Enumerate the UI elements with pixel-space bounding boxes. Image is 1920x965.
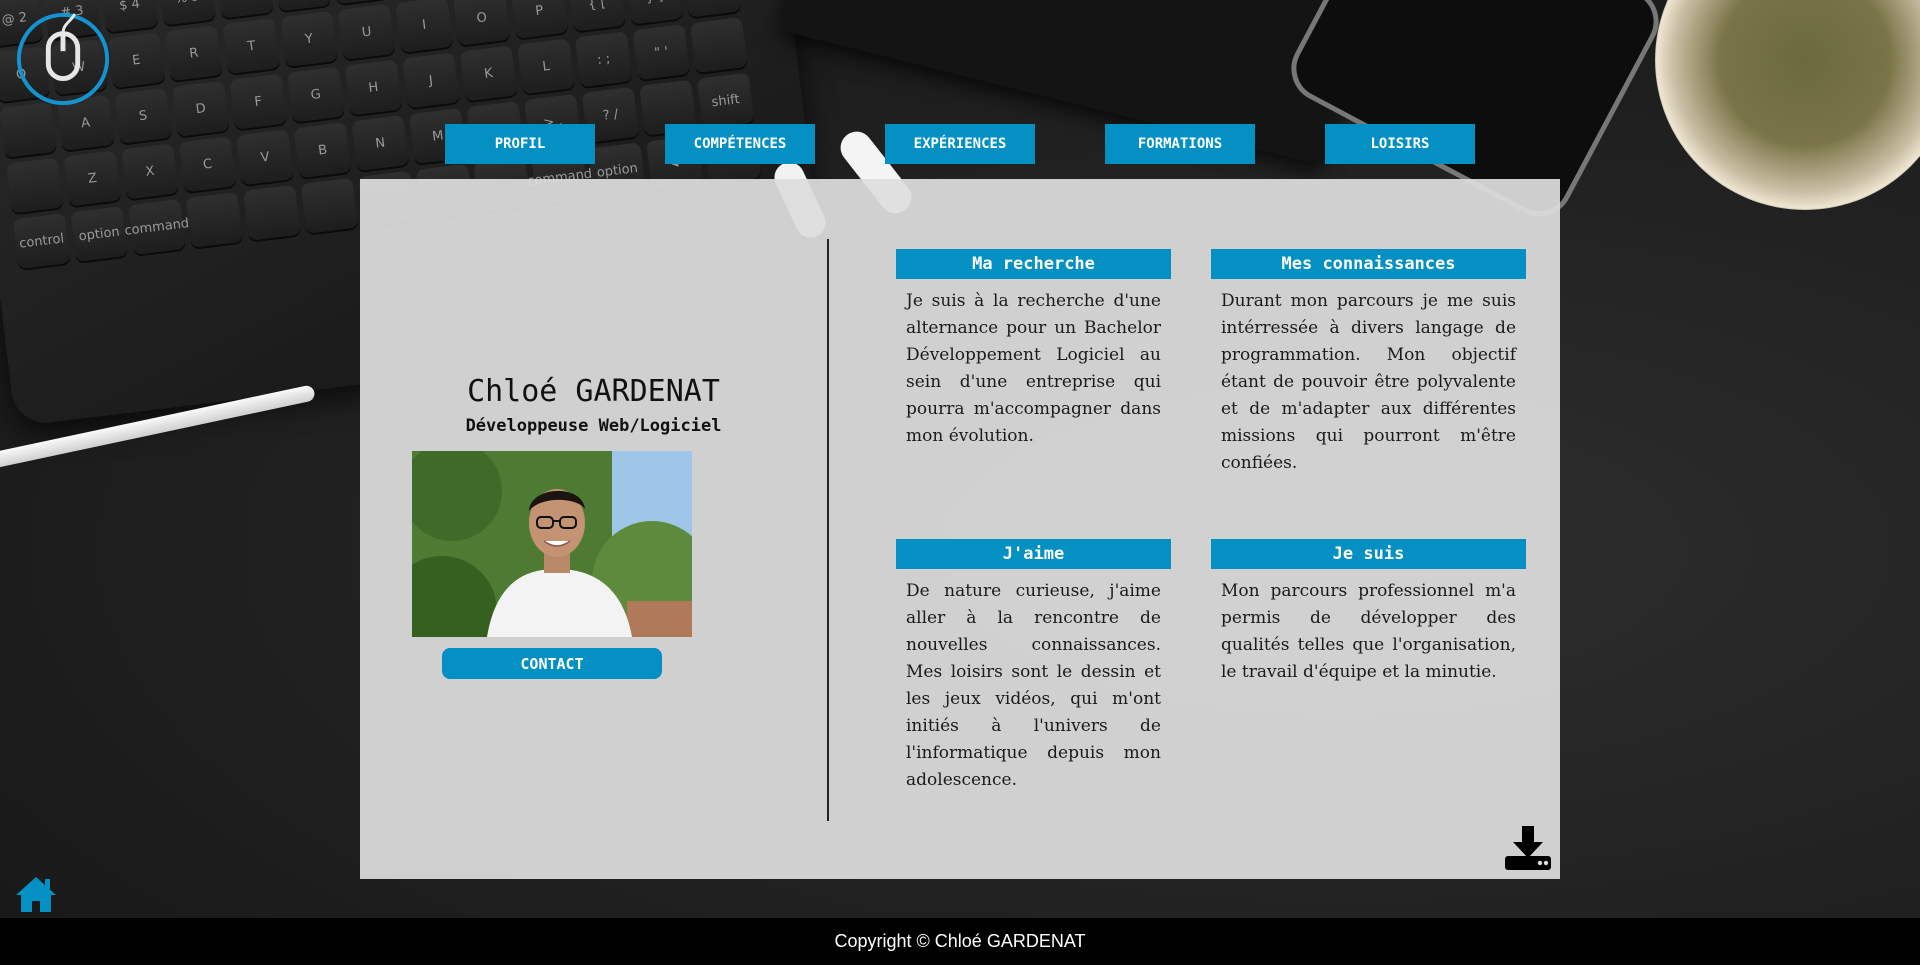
copyright-text: Copyright © Chloé GARDENAT <box>834 931 1086 951</box>
mouse-logo-icon[interactable] <box>14 10 112 108</box>
nav-formations[interactable]: FORMATIONS <box>1105 124 1255 164</box>
keyboard-key: F <box>229 73 288 130</box>
keyboard-key: E <box>107 32 166 89</box>
card-text-jaime: De nature curieuse, j'aime aller à la re… <box>906 581 1161 790</box>
keyboard-key: { [ <box>567 0 626 32</box>
nav-experiences[interactable]: EXPÉRIENCES <box>885 124 1035 164</box>
contact-button[interactable]: CONTACT <box>442 648 662 679</box>
keyboard-key: H <box>344 59 403 116</box>
keyboard-key: G <box>286 66 345 123</box>
keyboard-key: ^ 6 <box>215 0 274 19</box>
keyboard-key: T <box>222 18 281 75</box>
nav-loisirs[interactable]: LOISIRS <box>1325 124 1475 164</box>
profile-panel: Chloé GARDENAT Développeuse Web/Logiciel… <box>360 179 1560 879</box>
keyboard-key: | \ <box>683 0 741 18</box>
keyboard-key <box>689 17 748 74</box>
keyboard-key <box>5 157 64 214</box>
card-text-recherche: Je suis à la recherche d'une alternance … <box>906 291 1161 446</box>
home-icon[interactable] <box>14 875 58 913</box>
keyboard-key: K <box>459 45 518 102</box>
keyboard-key: control <box>12 213 71 270</box>
profile-photo <box>412 451 692 637</box>
keyboard-key: J <box>402 52 460 109</box>
keyboard-key: I <box>395 0 453 53</box>
keyboard-key: L <box>517 38 575 95</box>
nav-competences[interactable]: COMPÉTENCES <box>665 124 815 164</box>
profile-column: Chloé GARDENAT Développeuse Web/Logiciel… <box>360 179 827 879</box>
keyboard-key: option <box>70 206 129 262</box>
card-title-connaissances: Mes connaissances <box>1211 249 1526 279</box>
card-text-connaissances: Durant mon parcours je me suis intérress… <box>1221 291 1516 473</box>
nav-profil[interactable]: PROFIL <box>445 124 595 164</box>
keyboard-key <box>243 184 301 241</box>
card-text-je-suis: Mon parcours professionnel m'a permis de… <box>1221 581 1516 682</box>
keyboard-key: shift <box>696 72 755 129</box>
keyboard-key: P <box>510 0 569 39</box>
download-icon[interactable] <box>1505 826 1551 870</box>
plant-image <box>1655 0 1920 210</box>
card-title-je-suis: Je suis <box>1211 539 1526 569</box>
keyboard-key: O <box>452 0 511 46</box>
keyboard-key: Y <box>280 10 338 67</box>
keyboard-key: & 7 <box>273 0 332 12</box>
profile-role: Développeuse Web/Logiciel <box>465 416 722 436</box>
footer: Copyright © Chloé GARDENAT <box>0 918 1920 965</box>
keyboard-key <box>300 177 359 234</box>
card-title-jaime: J'aime <box>896 539 1171 569</box>
keyboard-key: U <box>337 3 396 60</box>
keyboard-key: command <box>124 198 190 255</box>
keyboard-key: : ; <box>574 31 633 88</box>
keyboard-key <box>185 191 244 248</box>
keyboard-key: * 8 <box>330 0 389 5</box>
keyboard-key: % 5 <box>158 0 216 26</box>
keyboard-key: " ' <box>632 24 691 81</box>
column-divider <box>827 239 829 821</box>
card-title-recherche: Ma recherche <box>896 249 1171 279</box>
profile-name: Chloé GARDENAT <box>467 374 720 409</box>
main-nav: PROFIL COMPÉTENCES EXPÉRIENCES FORMATION… <box>0 124 1920 164</box>
keyboard-key: R <box>165 25 223 82</box>
keyboard-key: } ] <box>625 0 684 25</box>
